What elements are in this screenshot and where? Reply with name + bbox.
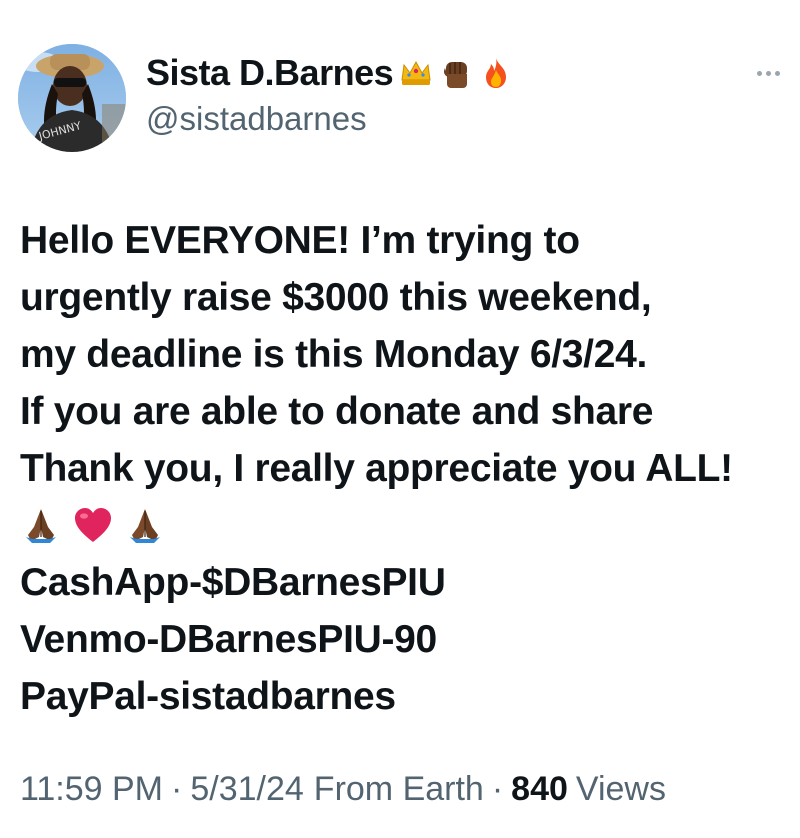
avatar[interactable]: JOHNNY	[18, 44, 126, 152]
tweet-text-line: Hello EVERYONE! I’m trying to	[20, 219, 580, 262]
folded-hands-icon	[20, 505, 62, 547]
payment-cashapp: CashApp-$DBarnesPIU	[20, 561, 446, 604]
tweet-time[interactable]: 11:59 PM	[20, 770, 163, 809]
tweet-meta: 11:59 PM · 5/31/24 From Earth · 840 View…	[20, 770, 666, 809]
tweet-date[interactable]: 5/31/24	[190, 770, 303, 809]
red-heart-icon	[72, 505, 114, 547]
raised-fist-icon	[439, 56, 473, 90]
tweet-text-line: my deadline is this Monday 6/3/24.	[20, 333, 648, 376]
more-options-button[interactable]	[748, 60, 788, 86]
display-name[interactable]: Sista D.Barnes	[146, 52, 394, 94]
fire-icon	[479, 56, 513, 90]
tweet-text-line: Thank you, I really appreciate you ALL!	[20, 447, 733, 490]
tweet-text-line: If you are able to donate and share	[20, 390, 654, 433]
payment-paypal: PayPal-sistadbarnes	[20, 675, 396, 718]
payment-venmo: Venmo-DBarnesPIU-90	[20, 618, 437, 661]
views-count[interactable]: 840	[511, 770, 568, 809]
meta-separator: ·	[491, 770, 504, 808]
tweet-emoji-line	[20, 497, 790, 554]
more-horizontal-icon-dot	[774, 70, 780, 76]
author-name-row[interactable]: Sista D.Barnes	[146, 50, 513, 96]
more-horizontal-icon	[756, 70, 762, 76]
crown-icon	[399, 56, 433, 90]
tweet-card: JOHNNY Sista D.Barnes @sistadbarnes Hell…	[0, 0, 800, 838]
tweet-source: From Earth	[313, 770, 484, 808]
tweet-text: Hello EVERYONE! I’m trying to urgently r…	[20, 212, 790, 725]
more-horizontal-icon-dot	[765, 70, 771, 76]
meta-separator: ·	[171, 770, 183, 808]
tweet-text-line: urgently raise $3000 this weekend,	[20, 276, 652, 319]
author-handle[interactable]: @sistadbarnes	[146, 100, 367, 138]
views-label[interactable]: Views	[576, 770, 666, 809]
folded-hands-icon	[124, 505, 166, 547]
